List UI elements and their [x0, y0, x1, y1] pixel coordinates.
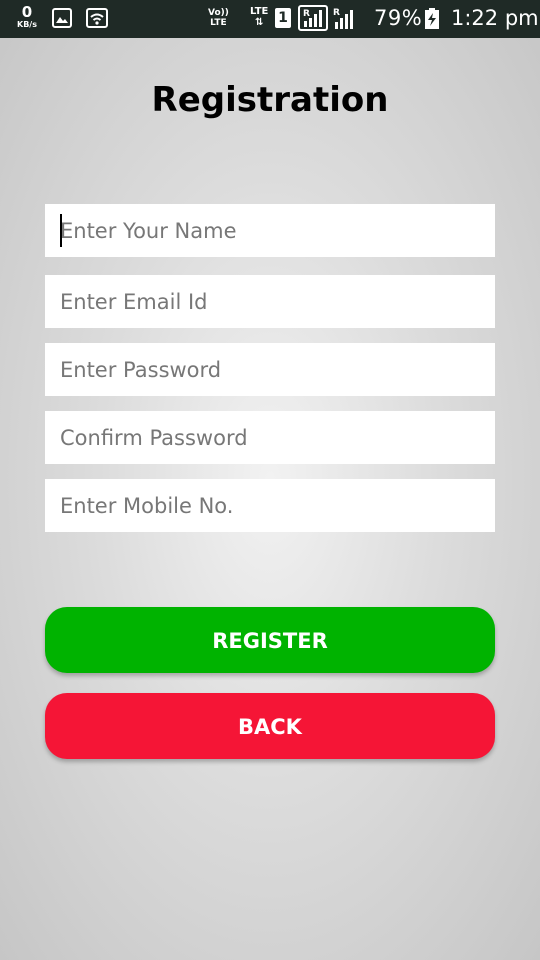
- password-input[interactable]: [45, 343, 495, 396]
- clock: 1:22 pm: [451, 6, 539, 30]
- wifi-icon: [86, 8, 108, 32]
- signal-icon: R: [332, 5, 358, 35]
- email-input[interactable]: [45, 275, 495, 328]
- svg-text:R: R: [333, 8, 340, 18]
- volte-indicator: Vo)) LTE: [208, 8, 229, 28]
- register-button[interactable]: REGISTER: [45, 607, 495, 673]
- lte-label: LTE: [250, 6, 269, 17]
- battery-percent: 79%: [374, 6, 423, 30]
- name-field[interactable]: [45, 204, 495, 257]
- page-title: Registration: [151, 80, 389, 120]
- back-button[interactable]: BACK: [45, 693, 495, 759]
- password-field[interactable]: [45, 343, 495, 396]
- mobile-input[interactable]: [45, 479, 495, 532]
- mobile-field[interactable]: [45, 479, 495, 532]
- data-rate-indicator: 0 KB/s: [14, 5, 40, 29]
- email-field[interactable]: [45, 275, 495, 328]
- text-cursor: [60, 214, 62, 247]
- data-rate-unit: KB/s: [17, 20, 37, 29]
- lte-arrows-icon: ⇅: [254, 17, 264, 28]
- confirm-password-field[interactable]: [45, 411, 495, 464]
- signal-roaming-icon: R: [298, 5, 328, 35]
- lte-indicator: LTE ⇅: [250, 6, 268, 28]
- status-bar: 0 KB/s Vo)) LTE LTE ⇅ 1 R R 79% 1:22 pm: [0, 0, 540, 38]
- svg-text:R: R: [303, 9, 310, 19]
- confirm-password-input[interactable]: [45, 411, 495, 464]
- sim-slot-badge: 1: [275, 8, 291, 28]
- data-rate-value: 0: [21, 3, 33, 21]
- volte-line-1: Vo)): [208, 8, 229, 18]
- image-icon: [52, 8, 72, 32]
- volte-line-2: LTE: [210, 18, 227, 28]
- name-input[interactable]: [45, 204, 495, 257]
- battery-charging-icon: [424, 8, 440, 34]
